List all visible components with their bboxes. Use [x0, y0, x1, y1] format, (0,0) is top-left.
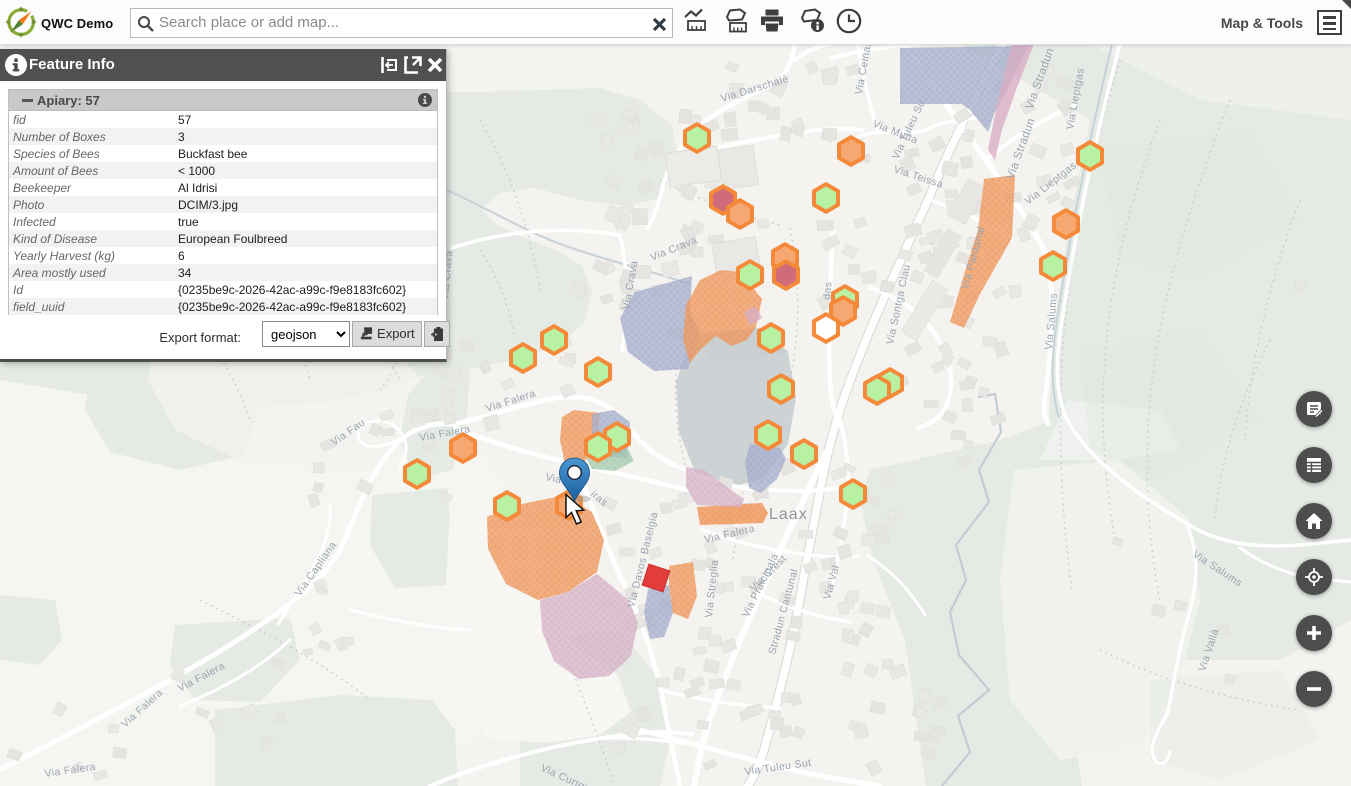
svg-text:Laax: Laax [769, 506, 808, 523]
